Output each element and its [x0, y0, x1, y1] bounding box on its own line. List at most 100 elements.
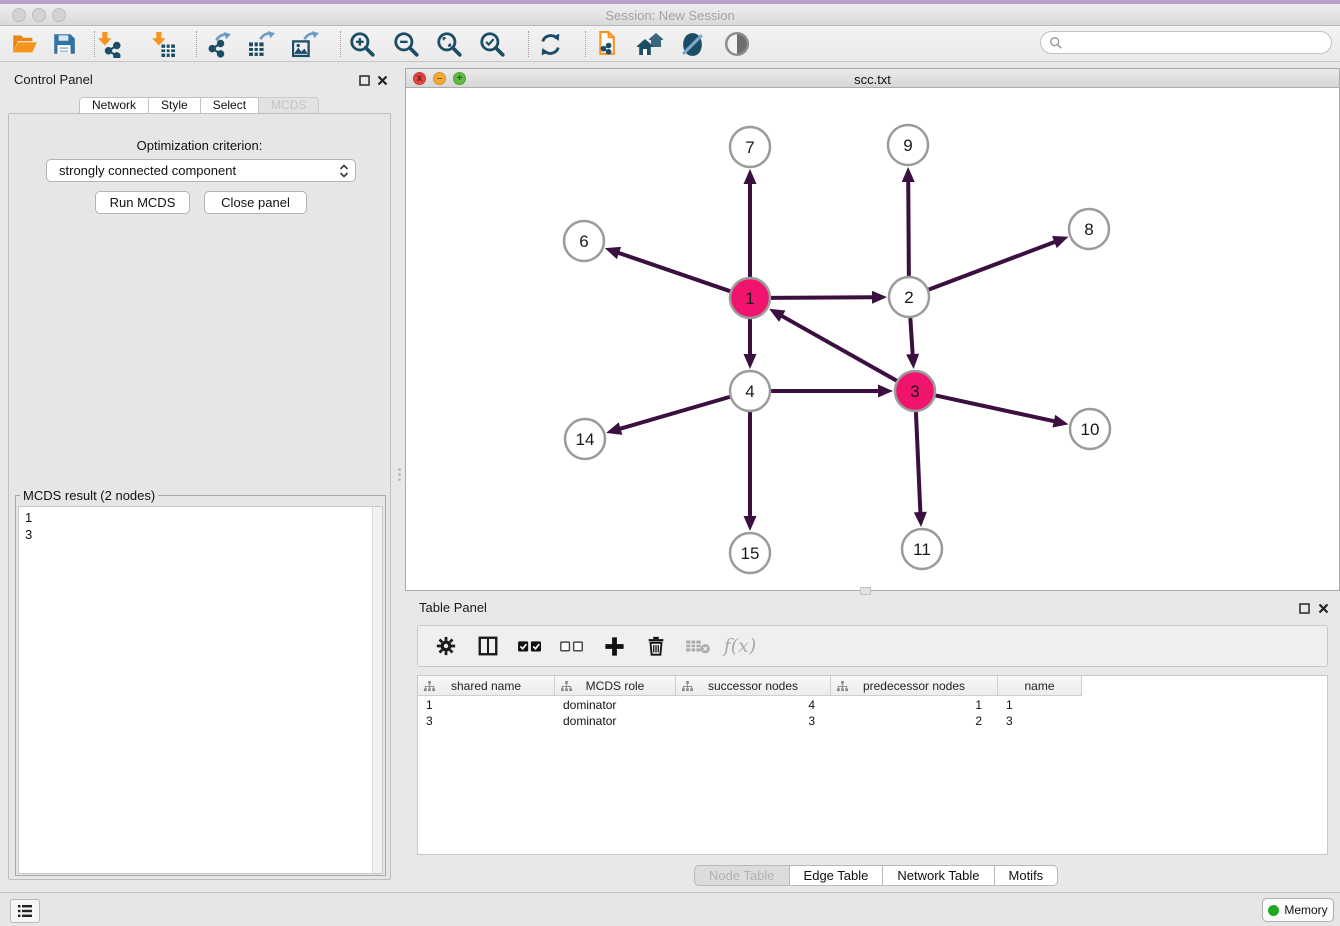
hierarchy-icon: [837, 681, 848, 692]
graph-edge-4-14[interactable]: [619, 397, 730, 429]
checked-boxes-icon: [517, 635, 543, 657]
delete-table-button[interactable]: [684, 632, 712, 660]
table-row-cell[interactable]: dominator: [555, 713, 676, 729]
delete-table-icon: [685, 636, 711, 656]
status-bar: Memory: [0, 892, 1340, 926]
zoom-in-button[interactable]: [346, 28, 378, 60]
table-panel: Table Panel f(x): [405, 596, 1340, 888]
mcds-result-text[interactable]: 1 3: [18, 506, 383, 874]
control-panel-float-button[interactable]: [359, 73, 370, 91]
hierarchy-icon: [424, 681, 435, 692]
graph-edge-3-1[interactable]: [780, 315, 896, 381]
column-header-mcds-role[interactable]: MCDS role: [555, 676, 676, 696]
list-icon: [17, 904, 33, 918]
table-panel-tabs: Node Table Edge Table Network Table Moti…: [694, 865, 1058, 886]
graph-node-label-7: 7: [745, 138, 754, 157]
graph-node-label-6: 6: [579, 232, 588, 251]
app-titlebar: Session: New Session: [0, 4, 1340, 26]
show-columns-button[interactable]: [474, 632, 502, 660]
graph-node-label-1: 1: [745, 289, 754, 308]
copy-network-icon: [592, 31, 619, 58]
column-label: MCDS role: [586, 679, 645, 693]
graph-edge-3-10[interactable]: [936, 395, 1056, 421]
column-header-shared-name[interactable]: shared name: [418, 676, 555, 696]
control-panel-close-button[interactable]: [377, 73, 388, 91]
close-icon: [1318, 603, 1329, 614]
task-history-button[interactable]: [10, 899, 40, 923]
tab-node-table[interactable]: Node Table: [694, 865, 790, 886]
memory-button[interactable]: Memory: [1262, 898, 1334, 922]
search-field[interactable]: [1040, 31, 1332, 54]
tab-select[interactable]: Select: [201, 97, 259, 114]
mcds-result-legend: MCDS result (2 nodes): [20, 488, 158, 503]
graph-edge-1-6[interactable]: [617, 252, 730, 291]
column-header-successor-nodes[interactable]: successor nodes: [676, 676, 831, 696]
refresh-layout-button[interactable]: [534, 28, 566, 60]
graph-edge-2-8[interactable]: [929, 241, 1057, 289]
select-all-button[interactable]: [516, 632, 544, 660]
add-row-button[interactable]: [600, 632, 628, 660]
column-header-name[interactable]: name: [998, 676, 1082, 696]
result-scrollbar[interactable]: [372, 507, 382, 873]
horizontal-splitter[interactable]: [860, 587, 871, 595]
home-button[interactable]: [633, 28, 665, 60]
network-window-title: scc.txt: [406, 72, 1339, 87]
table-row-cell[interactable]: dominator: [555, 697, 676, 713]
graphics-details-button[interactable]: [676, 28, 708, 60]
import-table-button[interactable]: [146, 28, 178, 60]
import-network-button[interactable]: [92, 28, 124, 60]
tab-style[interactable]: Style: [149, 97, 201, 114]
table-row-cell[interactable]: 3: [418, 713, 555, 729]
table-row-cell[interactable]: 3: [676, 713, 831, 729]
table-row-cell[interactable]: 2: [831, 713, 998, 729]
function-builder-button[interactable]: f(x): [726, 632, 754, 660]
graph-edge-3-11[interactable]: [916, 412, 921, 514]
vertical-splitter[interactable]: [397, 466, 402, 480]
table-panel-float-button[interactable]: [1299, 601, 1310, 619]
table-panel-close-button[interactable]: [1318, 601, 1329, 619]
delete-row-button[interactable]: [642, 632, 670, 660]
export-table-button[interactable]: [245, 28, 277, 60]
birds-eye-view-button[interactable]: [721, 28, 753, 60]
run-mcds-button[interactable]: Run MCDS: [95, 191, 190, 214]
column-header-predecessor-nodes[interactable]: predecessor nodes: [831, 676, 998, 696]
export-image-button[interactable]: [289, 28, 321, 60]
graph-edge-2-3[interactable]: [910, 318, 912, 356]
birds-eye-icon: [723, 30, 751, 58]
table-row-cell[interactable]: 1: [418, 697, 555, 713]
graphics-details-icon: [679, 31, 706, 58]
export-network-icon: [206, 31, 233, 58]
tab-network[interactable]: Network: [79, 97, 149, 114]
zoom-selected-button[interactable]: [476, 28, 508, 60]
column-label: predecessor nodes: [863, 679, 965, 693]
search-icon: [1049, 36, 1063, 50]
tab-network-table[interactable]: Network Table: [883, 865, 994, 886]
zoom-out-button[interactable]: [390, 28, 422, 60]
open-session-button[interactable]: [8, 28, 40, 60]
table-row-cell[interactable]: 4: [676, 697, 831, 713]
chevron-up-down-icon: [339, 163, 349, 179]
graph-arrowhead-1-6: [605, 247, 621, 259]
graph-edge-2-9[interactable]: [908, 180, 909, 276]
tab-motifs[interactable]: Motifs: [995, 865, 1059, 886]
column-settings-button[interactable]: [432, 632, 460, 660]
table-panel-title: Table Panel: [419, 600, 487, 615]
unselect-all-button[interactable]: [558, 632, 586, 660]
criterion-select[interactable]: strongly connected component: [46, 159, 356, 182]
unchecked-boxes-icon: [559, 635, 585, 657]
zoom-fit-button[interactable]: [433, 28, 465, 60]
network-canvas[interactable]: 1234678910111415: [406, 88, 1339, 590]
graph-edge-1-2[interactable]: [771, 297, 874, 298]
table-row-cell[interactable]: 3: [998, 713, 1082, 729]
tab-edge-table[interactable]: Edge Table: [790, 865, 884, 886]
close-panel-button[interactable]: Close panel: [204, 191, 307, 214]
export-network-button[interactable]: [203, 28, 235, 60]
save-session-button[interactable]: [48, 28, 80, 60]
tab-mcds[interactable]: MCDS: [259, 97, 319, 114]
table-row-cell[interactable]: 1: [831, 697, 998, 713]
copy-network-button[interactable]: [589, 28, 621, 60]
toolbar-separator: [585, 31, 586, 57]
table-row-cell[interactable]: 1: [998, 697, 1082, 713]
zoom-selected-icon: [478, 30, 506, 58]
import-network-icon: [95, 31, 122, 58]
